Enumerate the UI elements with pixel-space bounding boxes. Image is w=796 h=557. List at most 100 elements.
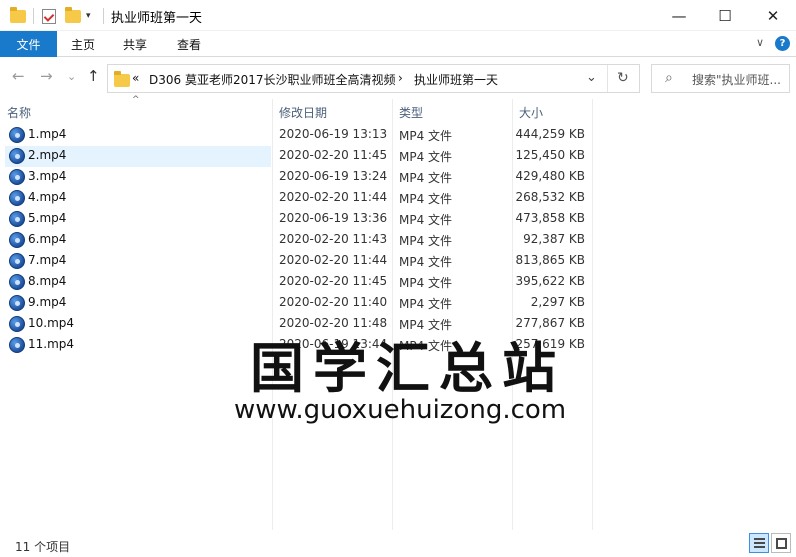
forward-button[interactable]: → — [40, 67, 53, 85]
file-name-cell[interactable]: 7.mp4 — [5, 251, 271, 272]
file-name-cell[interactable]: 4.mp4 — [5, 188, 271, 209]
large-icons-view-button[interactable] — [771, 533, 791, 553]
properties-check-icon[interactable] — [42, 6, 56, 26]
qa-separator — [33, 6, 34, 26]
file-name: 9.mp4 — [28, 295, 67, 309]
minimize-button[interactable]: — — [656, 0, 702, 31]
file-date: 2020-02-20 11:45 — [279, 274, 388, 288]
search-box[interactable]: ⌕ 搜索"执业师班... — [651, 64, 790, 93]
file-date: 2020-06-19 13:24 — [279, 169, 388, 183]
file-name: 11.mp4 — [28, 337, 75, 351]
column-header-name[interactable]: 名称 — [7, 104, 31, 121]
file-row[interactable]: 4.mp4 2020-02-20 11:44 MP4 文件 268,532 KB — [0, 188, 796, 209]
file-row[interactable]: 1.mp4 2020-06-19 13:13 MP4 文件 444,259 KB — [0, 125, 796, 146]
status-bar: 11 个项目 — [0, 530, 796, 557]
file-size: 92,387 KB — [523, 232, 585, 246]
file-name-cell[interactable]: 2.mp4 — [5, 146, 271, 167]
file-name: 6.mp4 — [28, 232, 67, 246]
item-count: 11 个项目 — [15, 540, 71, 554]
navigation-bar: ← → ⌄ ↑ « D306 莫亚老师2017长沙职业师班全高清视频 › 执业师… — [0, 57, 796, 99]
folder-icon — [114, 71, 130, 87]
file-size: 257,619 KB — [515, 337, 585, 351]
file-type: MP4 文件 — [399, 213, 453, 227]
file-row[interactable]: 5.mp4 2020-06-19 13:36 MP4 文件 473,858 KB — [0, 209, 796, 230]
sort-ascending-icon: ^ — [132, 95, 140, 105]
title-bar: ▾ 执业师班第一天 — ☐ ✕ — [0, 0, 796, 31]
video-file-icon — [9, 337, 25, 353]
file-date: 2020-02-20 11:40 — [279, 295, 388, 309]
file-name-cell[interactable]: 5.mp4 — [5, 209, 271, 230]
close-button[interactable]: ✕ — [750, 0, 796, 31]
file-name: 2.mp4 — [28, 148, 67, 162]
file-name-cell[interactable]: 6.mp4 — [5, 230, 271, 251]
file-size: 473,858 KB — [515, 211, 585, 225]
file-size: 125,450 KB — [515, 148, 585, 162]
customize-qa-dropdown[interactable]: ▾ — [86, 6, 91, 26]
file-row[interactable]: 11.mp4 2020-06-19 13:44 MP4 文件 257,619 KB — [0, 335, 796, 356]
file-list: ^ 名称 修改日期 类型 大小 1.mp4 2020-06-19 13:13 MP4… — [0, 95, 796, 530]
file-row[interactable]: 9.mp4 2020-02-20 11:40 MP4 文件 2,297 KB — [0, 293, 796, 314]
video-file-icon — [9, 295, 25, 311]
file-name: 1.mp4 — [28, 127, 67, 141]
tab-file[interactable]: 文件 — [0, 31, 57, 57]
file-size: 395,622 KB — [515, 274, 585, 288]
address-bar[interactable]: « D306 莫亚老师2017长沙职业师班全高清视频 › 执业师班第一天 ⌄ ↻ — [107, 64, 640, 93]
breadcrumb-separator[interactable]: › — [398, 71, 403, 85]
search-icon: ⌕ — [665, 70, 673, 86]
file-date: 2020-02-20 11:43 — [279, 232, 388, 246]
file-name-cell[interactable]: 10.mp4 — [5, 314, 271, 335]
file-name-cell[interactable]: 8.mp4 — [5, 272, 271, 293]
file-size: 444,259 KB — [515, 127, 585, 141]
refresh-icon[interactable]: ↻ — [617, 70, 629, 86]
maximize-button[interactable]: ☐ — [702, 0, 748, 31]
file-row[interactable]: 2.mp4 2020-02-20 11:45 MP4 文件 125,450 KB — [0, 146, 796, 167]
file-row[interactable]: 6.mp4 2020-02-20 11:43 MP4 文件 92,387 KB — [0, 230, 796, 251]
tab-view[interactable]: 查看 — [177, 31, 201, 57]
column-header-date[interactable]: 修改日期 — [279, 104, 327, 121]
file-date: 2020-02-20 11:48 — [279, 316, 388, 330]
file-name-cell[interactable]: 11.mp4 — [5, 335, 271, 356]
file-date: 2020-02-20 11:44 — [279, 190, 388, 204]
file-type: MP4 文件 — [399, 339, 453, 353]
file-row[interactable]: 3.mp4 2020-06-19 13:24 MP4 文件 429,480 KB — [0, 167, 796, 188]
details-view-button[interactable] — [749, 533, 769, 553]
column-header-size[interactable]: 大小 — [519, 104, 543, 121]
recent-locations-dropdown[interactable]: ⌄ — [67, 70, 76, 83]
file-size: 429,480 KB — [515, 169, 585, 183]
ribbon-tabs: 文件 主页 共享 查看 ∨ ? — [0, 31, 796, 57]
folder-icon — [10, 6, 26, 26]
title-separator — [103, 6, 104, 26]
tab-share[interactable]: 共享 — [123, 31, 147, 57]
breadcrumb-overflow[interactable]: « — [132, 71, 139, 85]
tab-home[interactable]: 主页 — [71, 31, 95, 57]
up-button[interactable]: ↑ — [87, 67, 100, 85]
file-row[interactable]: 8.mp4 2020-02-20 11:45 MP4 文件 395,622 KB — [0, 272, 796, 293]
file-size: 813,865 KB — [515, 253, 585, 267]
ribbon-collapse-icon[interactable]: ∨ — [756, 36, 764, 49]
breadcrumb-item-current[interactable]: 执业师班第一天 — [414, 71, 498, 88]
help-icon[interactable]: ? — [775, 36, 790, 51]
video-file-icon — [9, 274, 25, 290]
column-header-type[interactable]: 类型 — [399, 104, 423, 121]
file-name-cell[interactable]: 9.mp4 — [5, 293, 271, 314]
file-date: 2020-06-19 13:44 — [279, 337, 388, 351]
file-type: MP4 文件 — [399, 297, 453, 311]
new-folder-icon[interactable] — [65, 6, 81, 26]
file-row[interactable]: 7.mp4 2020-02-20 11:44 MP4 文件 813,865 KB — [0, 251, 796, 272]
file-name: 3.mp4 — [28, 169, 67, 183]
breadcrumb-item-parent[interactable]: D306 莫亚老师2017长沙职业师班全高清视频 — [149, 71, 396, 88]
address-dropdown-icon[interactable]: ⌄ — [586, 70, 597, 85]
file-type: MP4 文件 — [399, 129, 453, 143]
file-name: 8.mp4 — [28, 274, 67, 288]
file-name: 10.mp4 — [28, 316, 75, 330]
file-name-cell[interactable]: 1.mp4 — [5, 125, 271, 146]
search-input[interactable]: 搜索"执业师班... — [692, 71, 788, 88]
video-file-icon — [9, 127, 25, 143]
back-button[interactable]: ← — [12, 67, 25, 85]
video-file-icon — [9, 211, 25, 227]
chevron-down-icon: ▾ — [86, 11, 91, 21]
file-name-cell[interactable]: 3.mp4 — [5, 167, 271, 188]
file-date: 2020-02-20 11:44 — [279, 253, 388, 267]
file-row[interactable]: 10.mp4 2020-02-20 11:48 MP4 文件 277,867 KB — [0, 314, 796, 335]
file-type: MP4 文件 — [399, 255, 453, 269]
